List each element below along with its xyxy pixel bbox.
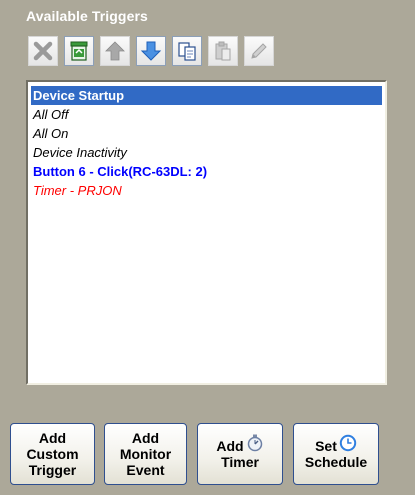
- recycle-bin-icon: [70, 41, 88, 61]
- trigger-item-device-inactivity[interactable]: Device Inactivity: [31, 143, 382, 162]
- copy-icon: [178, 42, 196, 61]
- arrow-up-icon: [105, 41, 125, 61]
- add-monitor-event-line2: Monitor: [119, 446, 172, 462]
- triggers-list[interactable]: Device Startup All Off All On Device Ina…: [26, 80, 387, 385]
- stopwatch-icon: [247, 434, 262, 452]
- trigger-item-all-off[interactable]: All Off: [31, 105, 382, 124]
- add-timer-button[interactable]: Add Timer: [197, 423, 283, 485]
- set-schedule-line2: Schedule: [304, 454, 368, 470]
- clock-icon: [339, 434, 357, 452]
- add-custom-trigger-line1: Add: [38, 430, 67, 446]
- add-monitor-event-line1: Add: [131, 430, 160, 446]
- copy-button[interactable]: [172, 36, 202, 66]
- paste-button[interactable]: [208, 36, 238, 66]
- add-custom-trigger-line3: Trigger: [28, 462, 77, 478]
- add-custom-trigger-line2: Custom: [26, 446, 79, 462]
- add-custom-trigger-button[interactable]: Add Custom Trigger: [10, 423, 95, 485]
- trigger-item-device-startup[interactable]: Device Startup: [31, 86, 382, 105]
- trigger-item-timer-prjon[interactable]: Timer - PRJON: [31, 181, 382, 200]
- add-monitor-event-button[interactable]: Add Monitor Event: [104, 423, 187, 485]
- set-schedule-line1: Set: [315, 438, 337, 454]
- delete-button[interactable]: [28, 36, 58, 66]
- pencil-edit-icon: [251, 43, 267, 59]
- add-timer-line2: Timer: [221, 454, 259, 470]
- available-triggers-title: Available Triggers: [26, 8, 148, 24]
- trigger-toolbar: [28, 36, 274, 70]
- paste-icon: [215, 41, 231, 61]
- delete-x-icon: [33, 41, 53, 61]
- set-schedule-button[interactable]: Set Schedule: [293, 423, 379, 485]
- add-monitor-event-line3: Event: [126, 462, 165, 478]
- recycle-button[interactable]: [64, 36, 94, 66]
- arrow-down-icon: [140, 41, 162, 61]
- trigger-item-button-6-click[interactable]: Button 6 - Click(RC-63DL: 2): [31, 162, 382, 181]
- move-down-button[interactable]: [136, 36, 166, 66]
- edit-button[interactable]: [244, 36, 274, 66]
- move-up-button[interactable]: [100, 36, 130, 66]
- trigger-item-all-on[interactable]: All On: [31, 124, 382, 143]
- add-timer-line1: Add: [216, 438, 244, 454]
